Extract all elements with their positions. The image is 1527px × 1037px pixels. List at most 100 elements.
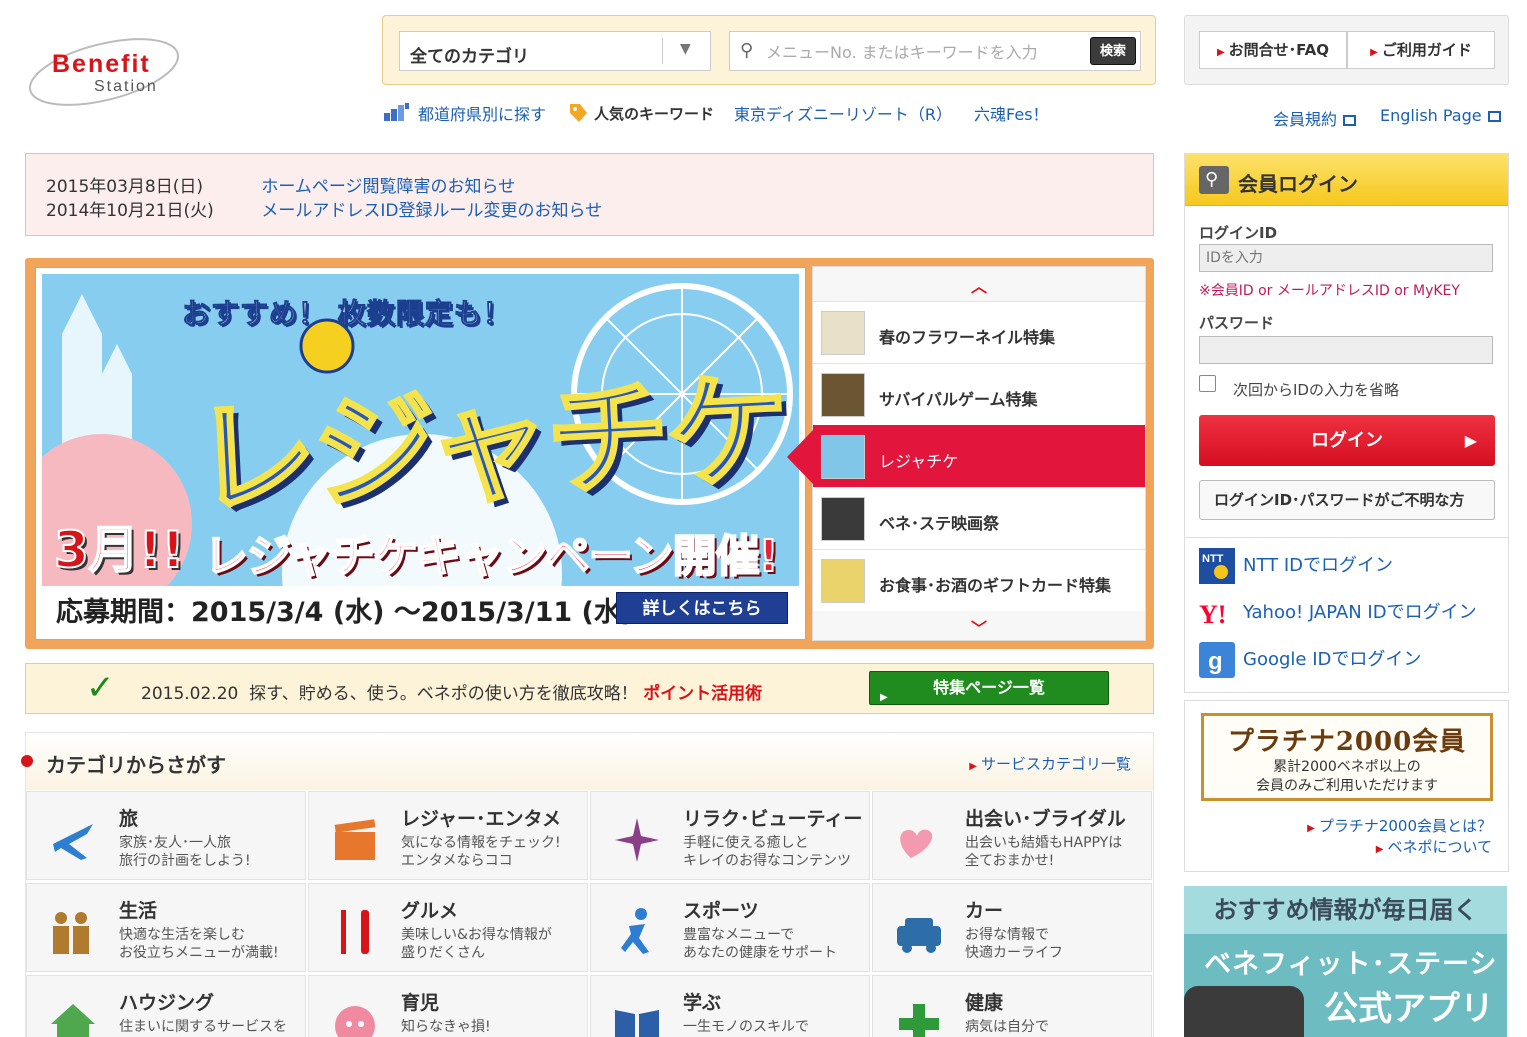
category-description-line: 手軽に使える癒しと: [683, 835, 809, 851]
login-button-label: ログイン: [1311, 430, 1383, 451]
feature-thumbnail: [821, 435, 865, 479]
app-promo-tagline: おすすめ情報が毎日届く: [1184, 886, 1507, 934]
category-card[interactable]: 学ぶ一生モノのスキルで: [590, 975, 870, 1037]
category-description-line: 全ておまかせ!: [965, 853, 1055, 869]
category-card[interactable]: スポーツ 豊富なメニューで あなたの健康をサポート: [590, 883, 870, 972]
category-card[interactable]: 生活 快適な生活を楽しむ お役立ちメニューが満載!: [26, 883, 306, 972]
google-login-link[interactable]: g Google IDでログイン: [1199, 642, 1421, 678]
category-card[interactable]: リラク･ビューティー 手軽に使える癒しと キレイのお得なコンテンツ: [590, 791, 870, 880]
help-links: ▶ お問合せ･FAQ ▶ ご利用ガイド: [1184, 15, 1509, 85]
category-description: 快適な生活を楽しむ お役立ちメニューが満載!: [119, 926, 305, 962]
english-page-link[interactable]: English Page: [1380, 106, 1501, 130]
category-card[interactable]: カー お得な情報で 快適カーライフ: [872, 883, 1152, 972]
book-icon: [611, 998, 663, 1037]
banner-tagline: おすすめ！ 枚数限定も！: [182, 297, 512, 331]
feature-item[interactable]: ベネ･ステ映画祭: [813, 487, 1145, 549]
category-description-line: 旅行の計画をしよう!: [119, 853, 251, 869]
category-description: 住まいに関するサービスを: [119, 1018, 305, 1036]
category-description-line: 気になる情報をチェック!: [401, 835, 561, 851]
category-card[interactable]: 旅家族･友人･一人旅 旅行の計画をしよう!: [26, 791, 306, 880]
search-input[interactable]: [766, 40, 1076, 64]
chevron-down-icon: ▼: [680, 41, 691, 57]
category-card[interactable]: 育児 知らなきゃ損!: [308, 975, 588, 1037]
login-button[interactable]: ログイン ▶: [1199, 415, 1495, 466]
search-button[interactable]: 検索: [1090, 37, 1136, 65]
all-categories-link[interactable]: ▶ サービスカテゴリ一覧: [969, 753, 1131, 774]
popular-keywords-label: 人気のキーワード: [594, 104, 715, 123]
faq-label: お問合せ･FAQ: [1228, 41, 1330, 59]
category-name: 旅: [119, 808, 139, 830]
main-banner[interactable]: おすすめ！ 枚数限定も！ レジャチケ 3月!! レジャチケキャンペーン開催! 応…: [35, 267, 806, 640]
benepo-about-link[interactable]: ▶ ベネポについて: [1376, 836, 1492, 857]
select-divider: [662, 38, 663, 64]
feature-pages-button[interactable]: ▶ 特集ページ一覧: [869, 671, 1109, 705]
banner-month: 3月!!: [53, 520, 185, 580]
category-card[interactable]: ハウジング 住まいに関するサービスを: [26, 975, 306, 1037]
platinum-banner[interactable]: プラチナ2000会員 累計2000ベネポ以上の 会員のみご利用いただけます: [1201, 713, 1493, 801]
sub-navigation: 都道府県別に探す 人気のキーワード 東京ディズニーリゾート（R） 六魂Fes！: [382, 100, 1071, 126]
login-id-input[interactable]: [1199, 244, 1493, 272]
platinum-panel: プラチナ2000会員 累計2000ベネポ以上の 会員のみご利用いただけます ▶ プ…: [1184, 700, 1509, 872]
banner-campaign: レジャチケキャンペーン開催!: [203, 530, 780, 583]
category-card[interactable]: 出会い･ブライダル 出会いも結婚もHAPPYは 全ておまかせ!: [872, 791, 1152, 880]
feature-item-active[interactable]: レジャチケ: [787, 425, 1145, 487]
keyword-link[interactable]: 六魂Fes！: [974, 101, 1049, 125]
tag-icon: [570, 104, 588, 122]
category-card[interactable]: グルメ 美味しい&お得な情報が 盛りだくさん: [308, 883, 588, 972]
point-highlight-link[interactable]: ポイント活用術: [643, 684, 762, 704]
keyword-link[interactable]: 東京ディズニーリゾート（R）: [734, 101, 952, 125]
site-logo[interactable]: Benefit Station: [24, 28, 184, 114]
remember-label: 次回からIDの入力を省略: [1233, 381, 1399, 399]
terms-link[interactable]: 会員規約: [1273, 106, 1357, 130]
category-description: 家族･友人･一人旅 旅行の計画をしよう!: [119, 834, 305, 870]
category-name: 出会い･ブライダル: [965, 808, 1126, 830]
forgot-credentials-button[interactable]: ログインID･パスワードがご不明な方: [1199, 480, 1495, 520]
category-name: 育児: [401, 992, 440, 1014]
category-description: 手軽に使える癒しと キレイのお得なコンテンツ: [683, 834, 869, 870]
banner-period: 応募期間：2015/3/4 (水) ～2015/3/11 (水): [56, 597, 634, 628]
category-select[interactable]: 全てのカテゴリ ▼: [399, 31, 711, 71]
guide-button[interactable]: ▶ ご利用ガイド: [1347, 31, 1495, 69]
search-icon: ⚲: [740, 40, 754, 61]
feature-item[interactable]: サバイバルゲーム特集: [813, 363, 1145, 425]
yahoo-login-link[interactable]: Y! Yahoo! JAPAN IDでログイン: [1199, 595, 1477, 631]
svg-text:g: g: [1208, 648, 1223, 675]
category-description: 一生モノのスキルで: [683, 1018, 869, 1036]
banner-image: おすすめ！ 枚数限定も！ レジャチケ 3月!! レジャチケキャンペーン開催! 応…: [42, 274, 799, 633]
news-title-link[interactable]: メールアドレスID登録ルール変更のお知らせ: [261, 201, 602, 221]
category-name: レジャー･エンタメ: [401, 808, 561, 830]
category-description: 気になる情報をチェック! エンタメならココ: [401, 834, 587, 870]
ntt-login-link[interactable]: NTT NTT IDでログイン: [1199, 548, 1393, 584]
category-description-line: 病気は自分で: [965, 1019, 1049, 1035]
point-notice: ✓ 2015.02.20 探す、貯める、使う。ベネポの使い方を徹底攻略！ ポイン…: [25, 663, 1154, 714]
triangle-icon: ▶: [880, 692, 888, 703]
category-description: 病気は自分で: [965, 1018, 1151, 1036]
divider: [1185, 537, 1508, 538]
login-id-label: ログインID: [1199, 224, 1278, 242]
ntt-icon: NTT: [1199, 548, 1235, 584]
category-name: 学ぶ: [683, 992, 722, 1014]
platinum-about-link[interactable]: ▶ プラチナ2000会員とは？: [1307, 815, 1492, 836]
app-promo-banner[interactable]: おすすめ情報が毎日届く ベネフィット･ステーション 公式アプリ: [1184, 886, 1507, 1037]
password-input[interactable]: [1199, 336, 1493, 364]
scroll-up-icon[interactable]: ︿: [813, 273, 1145, 297]
feature-pages-label: 特集ページ一覧: [933, 678, 1045, 697]
category-description-line: 住まいに関するサービスを: [119, 1019, 287, 1035]
faq-button[interactable]: ▶ お問合せ･FAQ: [1199, 31, 1347, 69]
feature-item[interactable]: 春のフラワーネイル特集: [813, 301, 1145, 363]
remember-checkbox[interactable]: [1199, 375, 1216, 392]
feature-item[interactable]: お食事･お酒のギフトカード特集: [813, 549, 1145, 611]
sparkle-icon: [611, 814, 663, 866]
category-description: 豊富なメニューで あなたの健康をサポート: [683, 926, 869, 962]
news-title-link[interactable]: ホームページ閲覧障害のお知らせ: [261, 177, 515, 197]
scroll-down-icon[interactable]: ﹀: [813, 615, 1145, 639]
category-name: グルメ: [401, 900, 459, 922]
google-login-label: Google IDでログイン: [1243, 649, 1422, 670]
category-card[interactable]: レジャー･エンタメ気になる情報をチェック! エンタメならココ: [308, 791, 588, 880]
search-key-icon: ⚲: [1199, 166, 1229, 194]
banner-detail-button[interactable]: 詳しくはこちら: [616, 592, 788, 624]
category-card[interactable]: 健康 病気は自分で: [872, 975, 1152, 1037]
feature-thumbnail: [821, 311, 865, 355]
category-description-line: 豊富なメニューで: [683, 927, 795, 943]
prefecture-search-link[interactable]: 都道府県別に探す: [418, 101, 546, 125]
